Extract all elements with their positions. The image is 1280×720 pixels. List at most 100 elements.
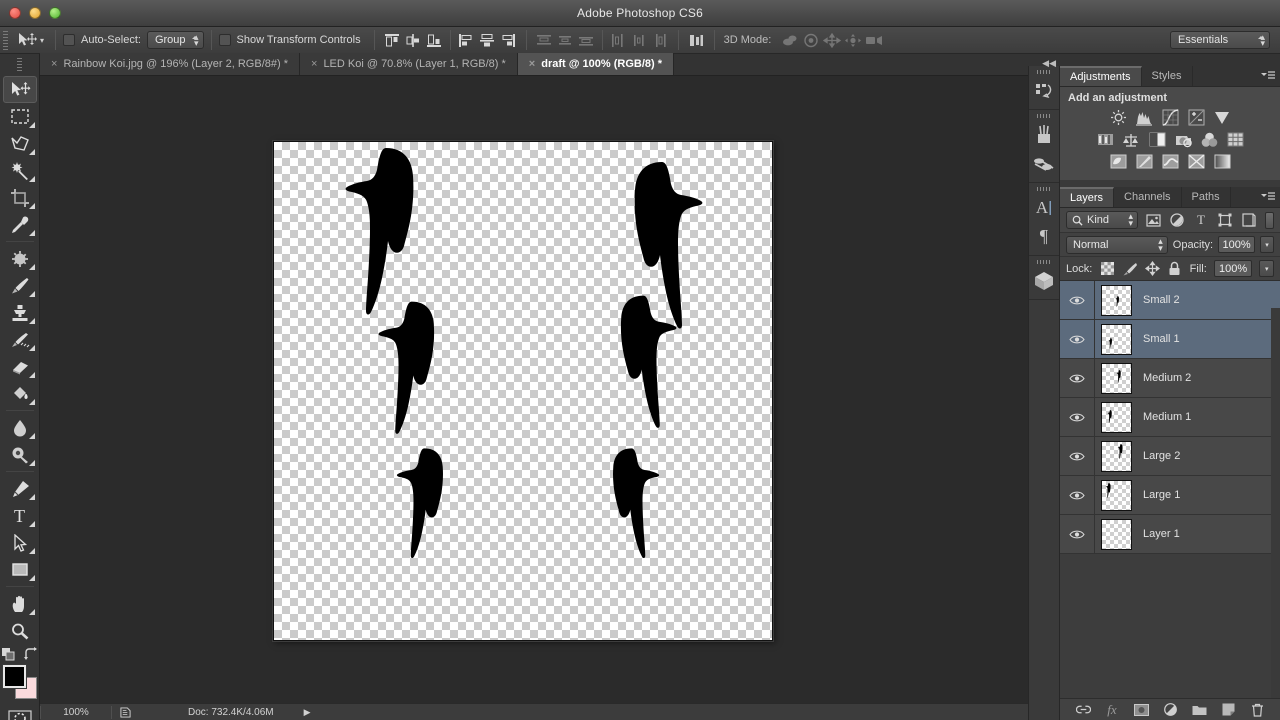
hue-saturation-adjustment-button[interactable] (1094, 130, 1117, 149)
panel-menu-button[interactable] (1261, 192, 1275, 205)
filter-smart-objects-button[interactable] (1240, 211, 1258, 229)
auto-select-dropdown[interactable]: Group ▴ ▾ (146, 31, 204, 49)
layer-thumbnail[interactable] (1101, 401, 1132, 433)
create-group-button[interactable] (1192, 702, 1207, 717)
align-left-edges-button[interactable] (456, 30, 477, 50)
align-right-edges-button[interactable] (498, 30, 519, 50)
opacity-dropdown-arrow[interactable]: ▾ (1260, 236, 1275, 253)
create-adjustment-layer-button[interactable] (1163, 702, 1178, 717)
posterize-adjustment-button[interactable] (1133, 152, 1156, 171)
document-tab-rainbow-koi[interactable]: × Rainbow Koi.jpg @ 196% (Layer 2, RGB/8… (40, 53, 300, 75)
slide-3d-object-button[interactable] (842, 30, 863, 50)
horizontal-type-tool-button[interactable]: T (3, 502, 37, 529)
channel-mixer-adjustment-button[interactable] (1198, 130, 1221, 149)
document-tab-led-koi[interactable]: × LED Koi @ 70.8% (Layer 1, RGB/8) * (300, 53, 518, 75)
vibrance-adjustment-button[interactable] (1211, 108, 1234, 127)
layer-row-small-2[interactable]: Small 2 (1060, 280, 1280, 320)
panel-menu-button[interactable] (1261, 71, 1275, 84)
close-icon[interactable]: × (311, 58, 317, 70)
layer-filter-kind-dropdown[interactable]: Kind ▴ ▾ (1066, 211, 1138, 229)
canvas-area[interactable] (40, 76, 1028, 703)
filter-pixel-layers-button[interactable] (1144, 211, 1162, 229)
lock-position-button[interactable] (1144, 261, 1160, 277)
layer-visibility-toggle[interactable] (1060, 373, 1094, 384)
add-layer-mask-button[interactable] (1133, 702, 1149, 717)
dock-grip[interactable] (1037, 70, 1051, 74)
rectangular-marquee-tool-button[interactable] (3, 103, 37, 130)
eraser-tool-button[interactable] (3, 353, 37, 380)
distribute-horizontal-centers-button[interactable] (629, 30, 650, 50)
layer-row-medium-1[interactable]: Medium 1 (1060, 397, 1280, 437)
layer-thumbnail[interactable] (1101, 440, 1132, 472)
lock-image-pixels-button[interactable] (1122, 261, 1138, 277)
tools-panel-grip[interactable] (17, 58, 22, 72)
layer-row-layer-1[interactable]: Layer 1 (1060, 514, 1280, 554)
hand-tool-button[interactable] (3, 590, 37, 617)
distribute-left-edges-button[interactable] (608, 30, 629, 50)
color-lookup-adjustment-button[interactable] (1224, 130, 1247, 149)
photo-filter-adjustment-button[interactable] (1172, 130, 1195, 149)
delete-layer-button[interactable] (1250, 702, 1265, 717)
tab-paths[interactable]: Paths (1182, 187, 1231, 207)
tab-adjustments[interactable]: Adjustments (1060, 66, 1142, 86)
quick-selection-tool-button[interactable] (3, 157, 37, 184)
pen-tool-button[interactable] (3, 475, 37, 502)
dock-grip[interactable] (1037, 260, 1051, 264)
rectangle-shape-tool-button[interactable] (3, 556, 37, 583)
threshold-adjustment-button[interactable] (1159, 152, 1182, 171)
layer-visibility-toggle[interactable] (1060, 334, 1094, 345)
scale-3d-object-button[interactable] (863, 30, 884, 50)
layer-thumbnail[interactable] (1101, 479, 1132, 511)
close-icon[interactable]: × (529, 58, 535, 70)
brush-panel-icon[interactable] (1029, 120, 1059, 149)
exposure-adjustment-button[interactable] (1185, 108, 1208, 127)
default-colors-icon[interactable] (1, 647, 16, 661)
gradient-map-adjustment-button[interactable] (1211, 152, 1234, 171)
filter-adjustment-layers-button[interactable] (1168, 211, 1186, 229)
clone-stamp-tool-button[interactable] (3, 299, 37, 326)
close-window-button[interactable] (9, 7, 21, 19)
swap-colors-icon[interactable] (23, 647, 39, 661)
gradient-paint-bucket-tool-button[interactable] (3, 380, 37, 407)
fill-dropdown-arrow[interactable]: ▾ (1259, 260, 1274, 277)
3d-panel-icon[interactable] (1029, 266, 1059, 295)
opacity-value-field[interactable]: 100% (1218, 236, 1256, 253)
color-balance-adjustment-button[interactable] (1120, 130, 1143, 149)
show-transform-controls-checkbox[interactable] (218, 34, 231, 46)
tab-styles[interactable]: Styles (1142, 66, 1193, 86)
spot-healing-brush-tool-button[interactable] (3, 245, 37, 272)
filter-type-layers-button[interactable]: T (1192, 211, 1210, 229)
dock-grip[interactable] (1037, 187, 1051, 191)
minimize-window-button[interactable] (29, 7, 41, 19)
align-horizontal-centers-button[interactable] (477, 30, 498, 50)
align-top-edges-button[interactable] (382, 30, 403, 50)
quick-mask-mode-button[interactable] (3, 705, 37, 720)
status-menu-arrow-icon[interactable]: ▶ (304, 707, 311, 718)
layer-row-large-1[interactable]: Large 1 (1060, 475, 1280, 515)
add-layer-style-button[interactable]: fx (1105, 702, 1120, 717)
layer-thumbnail[interactable] (1101, 323, 1132, 355)
layer-visibility-toggle[interactable] (1060, 295, 1094, 306)
brush-tool-button[interactable] (3, 272, 37, 299)
distribute-vertical-centers-button[interactable] (555, 30, 576, 50)
dock-grip[interactable] (1037, 114, 1051, 118)
drag-3d-object-button[interactable] (821, 30, 842, 50)
align-bottom-edges-button[interactable] (424, 30, 445, 50)
foreground-color-swatch[interactable] (1, 664, 27, 689)
layer-visibility-toggle[interactable] (1060, 529, 1094, 540)
collapse-to-icons-button[interactable]: ◀◀ (1042, 58, 1056, 69)
tab-layers[interactable]: Layers (1060, 187, 1115, 207)
layer-row-large-2[interactable]: Large 2 (1060, 436, 1280, 476)
path-selection-tool-button[interactable] (3, 529, 37, 556)
dodge-tool-button[interactable] (3, 441, 37, 468)
zoom-tool-button[interactable] (3, 617, 37, 644)
filter-enable-toggle[interactable] (1265, 211, 1274, 229)
roll-3d-object-button[interactable] (800, 30, 821, 50)
workspace-switcher[interactable]: Essentials ▴ ▾ (1170, 31, 1270, 49)
history-panel-icon[interactable] (1029, 76, 1059, 105)
crop-tool-button[interactable] (3, 184, 37, 211)
lock-all-button[interactable] (1167, 261, 1182, 277)
paragraph-panel-icon[interactable]: ¶ (1029, 222, 1059, 251)
history-brush-tool-button[interactable] (3, 326, 37, 353)
create-new-layer-button[interactable] (1221, 702, 1236, 717)
